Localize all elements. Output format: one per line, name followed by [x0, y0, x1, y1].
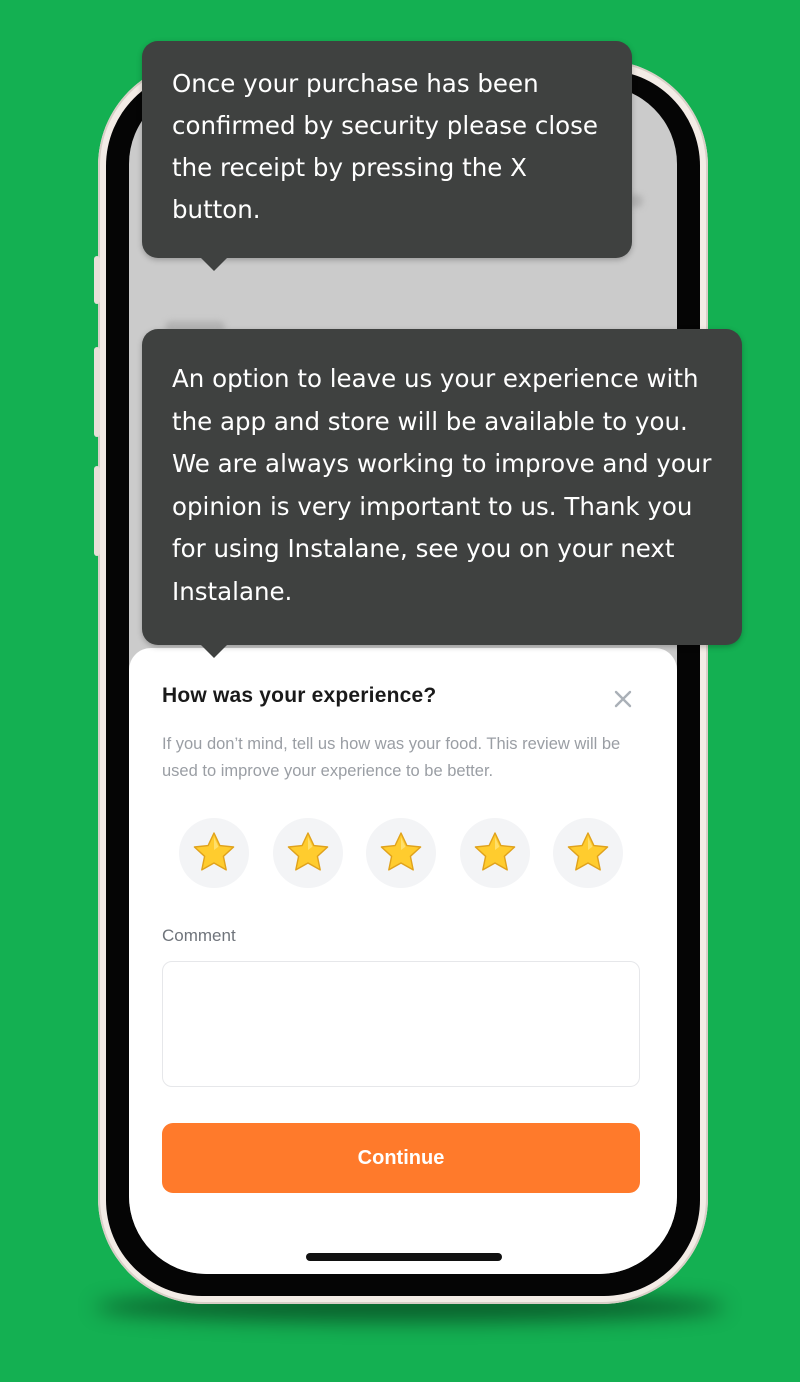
- onboarding-tooltip-review: An option to leave us your experience wi…: [142, 329, 742, 658]
- continue-button[interactable]: Continue: [162, 1123, 640, 1193]
- star-icon: [380, 832, 422, 871]
- star-rating-3[interactable]: [366, 818, 436, 888]
- star-rating[interactable]: [179, 818, 629, 890]
- close-icon: [614, 690, 632, 708]
- comment-label: Comment: [162, 926, 236, 945]
- comment-field[interactable]: [162, 961, 640, 1087]
- side-button-volume-up: [94, 347, 100, 437]
- review-title: How was your experience?: [162, 684, 437, 707]
- star-rating-4[interactable]: [460, 818, 530, 888]
- tooltip-text: An option to leave us your experience wi…: [172, 364, 712, 606]
- star-icon: [193, 832, 235, 871]
- star-rating-2[interactable]: [273, 818, 343, 888]
- tooltip-pointer: [200, 257, 228, 271]
- side-button-mute: [94, 256, 100, 304]
- star-icon: [287, 832, 329, 871]
- star-icon: [567, 832, 609, 871]
- star-rating-1[interactable]: [179, 818, 249, 888]
- review-description: If you don’t mind, tell us how was your …: [162, 735, 621, 780]
- tooltip-text: Once your purchase has been confirmed by…: [172, 69, 598, 224]
- onboarding-tooltip-close-receipt: Once your purchase has been confirmed by…: [142, 41, 632, 271]
- tooltip-pointer: [200, 644, 228, 658]
- star-icon: [474, 832, 516, 871]
- home-indicator: [306, 1253, 502, 1261]
- close-button[interactable]: [610, 686, 636, 712]
- star-rating-5[interactable]: [553, 818, 623, 888]
- side-button-volume-down: [94, 466, 100, 556]
